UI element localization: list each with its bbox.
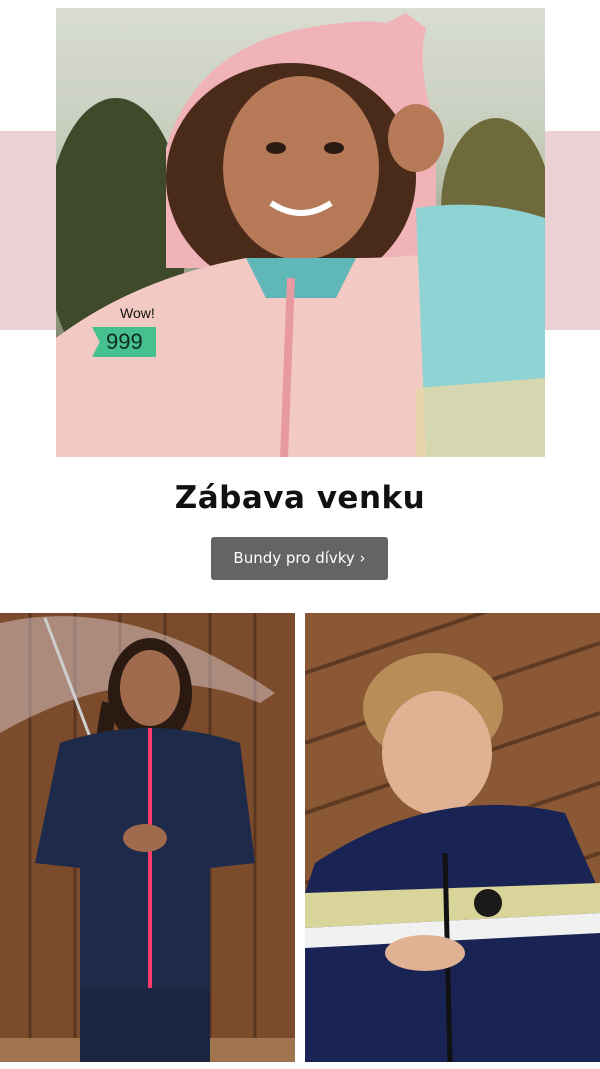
price-badge: Wow! 999 [92,305,162,359]
hero-image[interactable] [56,8,545,457]
girl-umbrella-illustration [0,613,295,1062]
boy-jacket-illustration [305,613,600,1062]
hero-illustration [56,13,545,457]
girls-jackets-button[interactable]: Bundy pro dívky › [211,537,388,580]
price-value: 999 [106,329,143,354]
gallery-image-boy[interactable] [305,613,600,1062]
section-title: Zábava venku [174,480,426,516]
gallery-image-girl[interactable] [0,613,295,1062]
price-badge-label: Wow! [120,305,155,321]
